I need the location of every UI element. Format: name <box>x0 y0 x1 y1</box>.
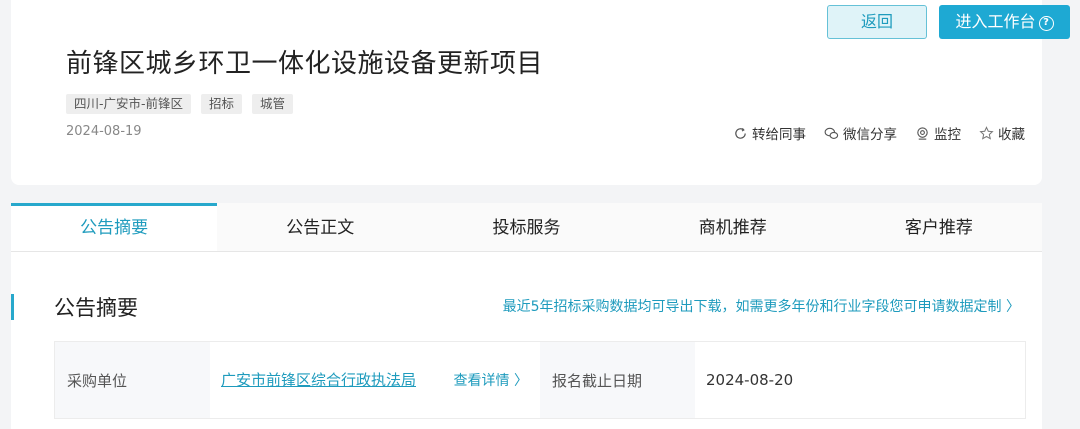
wechat-share-button[interactable]: 微信分享 <box>824 123 897 143</box>
tag-region[interactable]: 四川-广安市-前锋区 <box>66 94 192 114</box>
content-card: 公告摘要 公告正文 投标服务 商机推荐 客户推荐 公告摘要 最近5年招标采购数据… <box>11 203 1043 429</box>
tag-industry[interactable]: 城管 <box>252 94 294 114</box>
help-icon: ? <box>1038 16 1054 31</box>
forward-label: 转给同事 <box>752 127 806 143</box>
monitor-button[interactable]: 监控 <box>915 123 961 143</box>
tab-bar: 公告摘要 公告正文 投标服务 商机推荐 客户推荐 <box>11 203 1043 252</box>
forward-to-colleague-button[interactable]: 转给同事 <box>733 123 806 143</box>
enter-workbench-button[interactable]: 进入工作台? <box>939 5 1070 39</box>
monitor-label: 监控 <box>934 127 961 143</box>
publish-date: 2024-08-19 <box>66 124 142 139</box>
action-bar: 转给同事 微信分享 监控 收藏 <box>733 123 1025 143</box>
wechat-icon <box>824 127 839 139</box>
deadline-value: 2024-08-20 <box>706 371 794 389</box>
project-title: 前锋区城乡环卫一体化设施设备更新项目 <box>66 49 544 79</box>
wechat-share-label: 微信分享 <box>843 127 897 143</box>
forward-icon <box>735 127 746 139</box>
favorite-button[interactable]: 收藏 <box>979 123 1025 143</box>
purchaser-cell: 广安市前锋区综合行政执法局 查看详情 〉 <box>210 342 540 418</box>
tab-summary[interactable]: 公告摘要 <box>11 203 218 251</box>
project-tags: 四川-广安市-前锋区 招标 城管 <box>66 94 294 114</box>
favorite-label: 收藏 <box>998 127 1025 143</box>
purchaser-label: 采购单位 <box>55 342 210 418</box>
monitor-icon <box>917 126 928 140</box>
workbench-label: 进入工作台 <box>955 12 1036 31</box>
summary-table: 采购单位 广安市前锋区综合行政执法局 查看详情 〉 报名截止日期 2024-08… <box>54 341 1026 419</box>
tab-opportunity-recommend[interactable]: 商机推荐 <box>629 203 836 251</box>
tag-type[interactable]: 招标 <box>201 94 243 114</box>
data-export-link[interactable]: 最近5年招标采购数据均可导出下载，如需更多年份和行业字段您可申请数据定制 〉 <box>503 296 1020 316</box>
purchaser-link[interactable]: 广安市前锋区综合行政执法局 <box>221 370 431 391</box>
view-details-link[interactable]: 查看详情 〉 <box>454 370 528 390</box>
deadline-label: 报名截止日期 <box>540 342 695 418</box>
tab-bid-service[interactable]: 投标服务 <box>423 203 630 251</box>
tab-customer-recommend[interactable]: 客户推荐 <box>835 203 1043 251</box>
section-title: 公告摘要 <box>54 296 138 320</box>
back-button[interactable]: 返回 <box>827 5 927 39</box>
tab-full-text[interactable]: 公告正文 <box>217 203 424 251</box>
section-accent-bar <box>11 294 14 320</box>
star-icon <box>979 125 994 140</box>
